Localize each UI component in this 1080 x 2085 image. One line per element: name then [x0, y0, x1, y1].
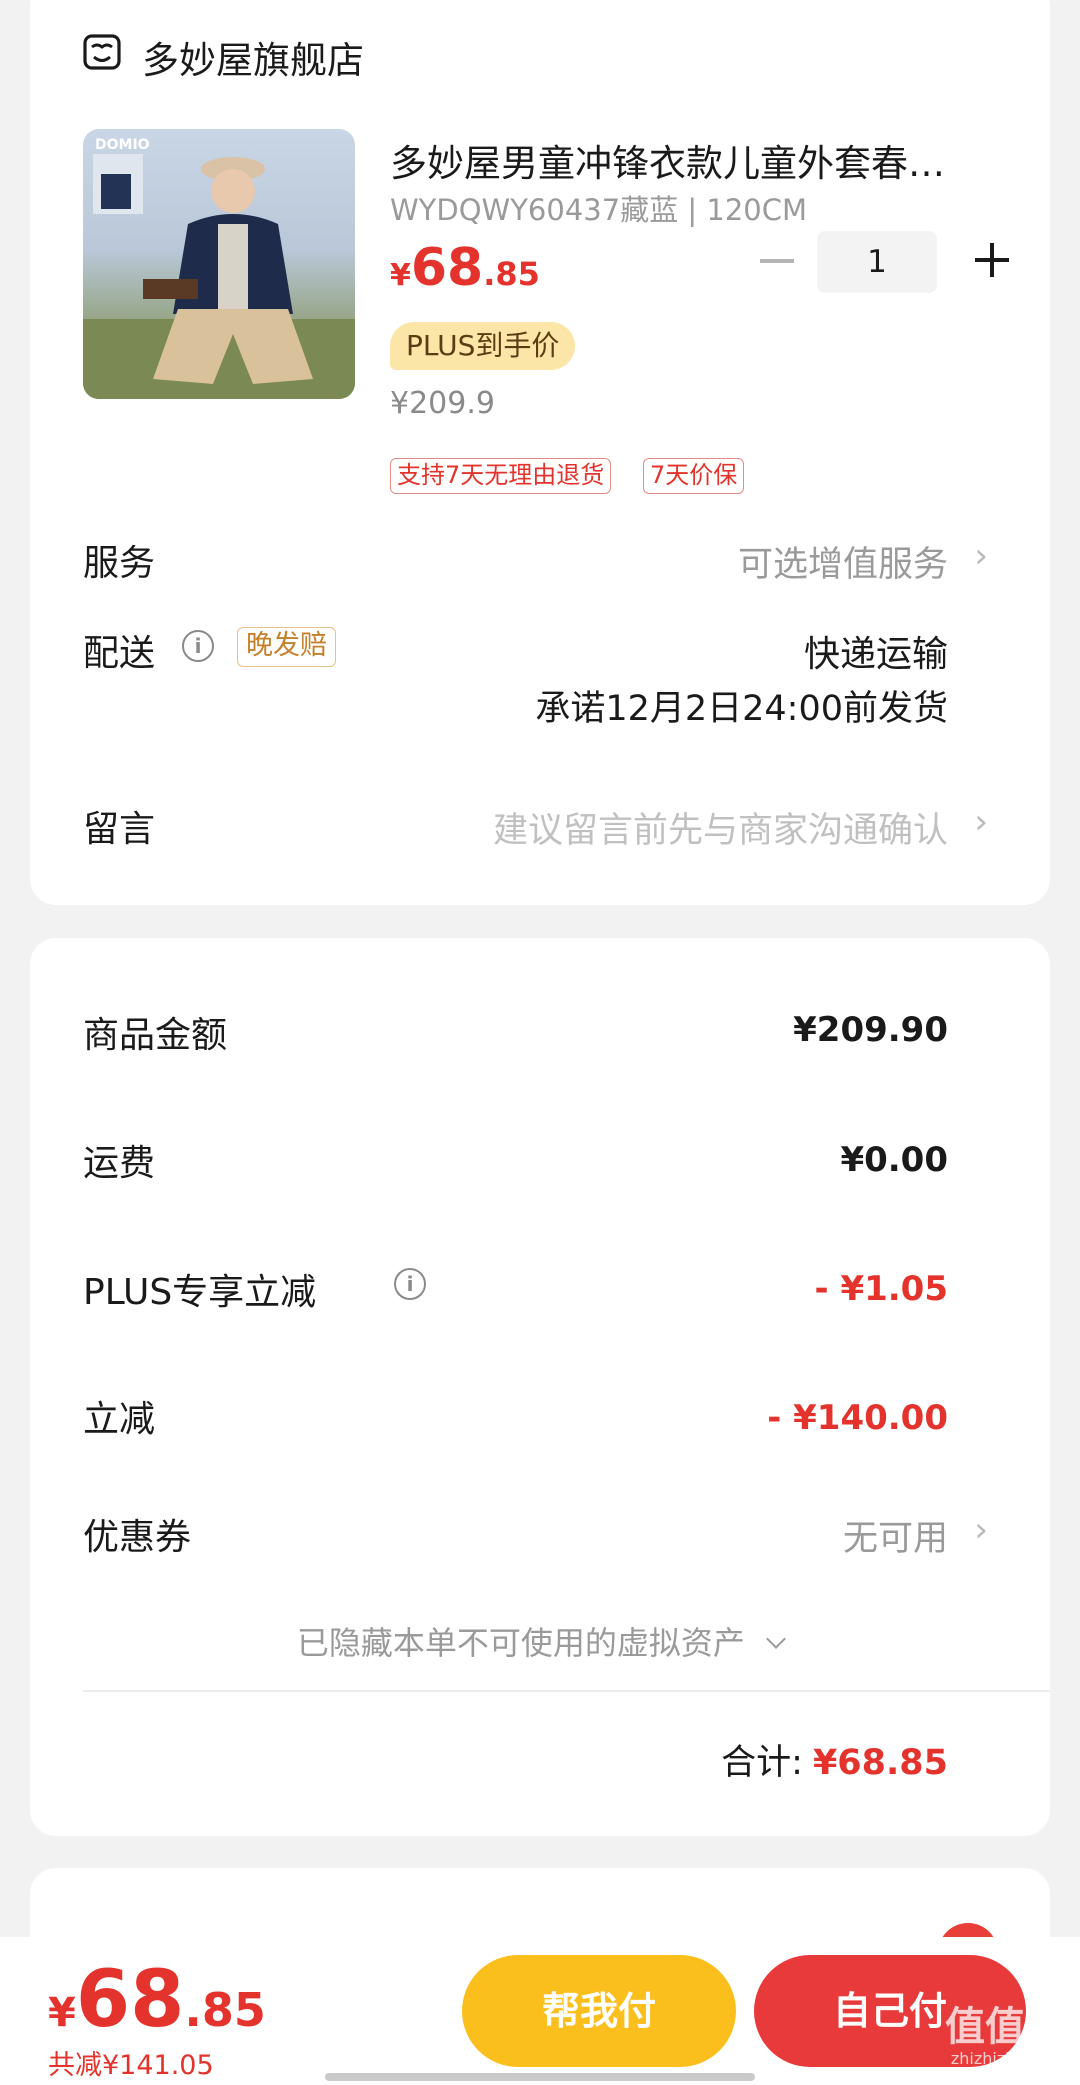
- late-delivery-badge: 晚发赔: [237, 627, 336, 667]
- shop-name[interactable]: 多妙屋旗舰店: [142, 30, 364, 84]
- coupon-chevron-icon[interactable]: ›: [974, 1510, 988, 1550]
- coupon-label: 优惠券: [83, 1517, 192, 1558]
- service-chevron-icon[interactable]: ›: [974, 536, 988, 576]
- bottom-price-integer: 68: [75, 1955, 185, 2045]
- total-label: 合计:: [721, 1743, 803, 1783]
- service-label: 服务: [83, 543, 156, 584]
- return-policy-tag: 支持7天无理由退货: [390, 458, 612, 494]
- service-value[interactable]: 可选增值服务: [738, 536, 948, 587]
- price-symbol: ¥: [390, 258, 411, 293]
- watermark-url: zhizhizhi.com: [950, 2049, 1060, 2068]
- product-title[interactable]: 多妙屋男童冲锋衣款儿童外套春…: [390, 133, 1010, 187]
- goods-amount-value: ¥209.90: [793, 1010, 948, 1050]
- delivery-method[interactable]: 快递运输: [804, 625, 948, 677]
- plus-price-badge: PLUS到手价: [390, 322, 576, 370]
- help-pay-button-label: 帮我付: [541, 1989, 656, 2033]
- product-price: ¥68.85: [390, 238, 540, 298]
- bottom-price-symbol: ¥: [48, 1990, 76, 2036]
- watermark-logo-text: 值值值: [945, 2004, 1065, 2050]
- total-row: 合计: ¥68.85: [721, 1734, 948, 1785]
- plus-discount-value: - ¥1.05: [814, 1269, 949, 1309]
- delivery-promise: 承诺12月2日24:00前发货: [535, 689, 948, 729]
- price-integer: 68: [410, 238, 484, 298]
- price-decimal: .85: [483, 255, 540, 293]
- shop-icon: [82, 32, 122, 72]
- late-delivery-badge-label: 晚发赔: [246, 630, 327, 661]
- shipping-label: 运费: [83, 1143, 156, 1184]
- summary-divider: [83, 1690, 1050, 1692]
- total-saved: 共减¥141.05: [48, 2050, 214, 2081]
- quantity-value-box[interactable]: 1: [817, 231, 937, 293]
- shipping-value: ¥0.00: [840, 1140, 948, 1180]
- plus-price-badge-label: PLUS到手价: [406, 329, 560, 362]
- message-label: 留言: [83, 809, 156, 850]
- hidden-assets-toggle[interactable]: 已隐藏本单不可使用的虚拟资产: [30, 1618, 1050, 1664]
- original-price: ¥209.9: [390, 386, 495, 421]
- instant-discount-label: 立减: [83, 1399, 156, 1440]
- message-chevron-icon[interactable]: ›: [974, 802, 988, 842]
- plus-discount-info-icon[interactable]: i: [394, 1268, 426, 1300]
- delivery-info-icon[interactable]: i: [182, 630, 214, 662]
- watermark: 值值值 zhizhizhi.com: [930, 2005, 1080, 2069]
- quantity-increase-button[interactable]: [975, 243, 1009, 277]
- product-card: 多妙屋旗舰店 DOMIO 多妙屋男童冲锋衣款儿童外套春… WYDQWY60437…: [30, 0, 1050, 905]
- coupon-value[interactable]: 无可用: [843, 1510, 948, 1561]
- product-image[interactable]: DOMIO: [83, 129, 355, 399]
- message-input[interactable]: 建议留言前先与商家沟通确认: [493, 802, 948, 853]
- help-pay-button[interactable]: 帮我付: [462, 1955, 736, 2067]
- chevron-down-icon: [766, 1629, 786, 1649]
- quantity-decrease-button[interactable]: [760, 259, 794, 263]
- instant-discount-value: - ¥140.00: [767, 1398, 948, 1438]
- quantity-value: 1: [867, 244, 887, 280]
- delivery-label: 配送: [83, 633, 156, 674]
- total-value: ¥68.85: [812, 1743, 948, 1783]
- home-indicator: [325, 2073, 755, 2081]
- plus-discount-label: PLUS专享立减: [83, 1272, 317, 1313]
- price-summary-card: 商品金额 ¥209.90 运费 ¥0.00 PLUS专享立减 i - ¥1.05…: [30, 938, 1050, 1836]
- bottom-price: ¥68.85: [48, 1955, 266, 2045]
- bottom-price-decimal: .85: [184, 1983, 266, 2037]
- image-brand-text: DOMIO: [95, 137, 150, 153]
- price-protect-tag: 7天价保: [643, 458, 745, 494]
- product-sku[interactable]: WYDQWY60437藏蓝 | 120CM: [390, 187, 807, 229]
- goods-amount-label: 商品金额: [83, 1015, 228, 1056]
- hidden-assets-text: 已隐藏本单不可使用的虚拟资产: [296, 1624, 745, 1662]
- checkout-bar: ¥68.85 共减¥141.05 帮我付 自己付 值值值 zhizhizhi.c…: [0, 1937, 1080, 2085]
